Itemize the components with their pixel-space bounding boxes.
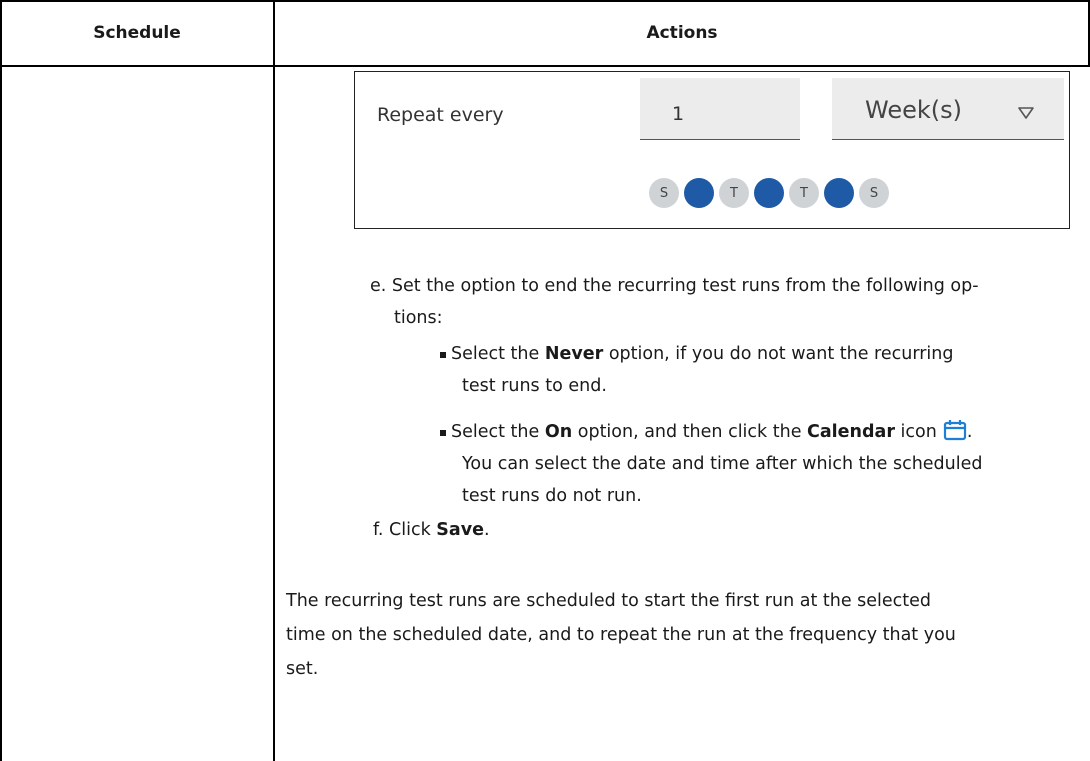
result-line2: time on the scheduled date, and to repea…	[286, 625, 956, 645]
step-e: e. Set the option to end the recurring t…	[370, 270, 979, 302]
step-e-marker: e.	[370, 276, 387, 296]
step-f: f. Click Save.	[373, 514, 490, 546]
repeat-every-label: Repeat every	[377, 104, 504, 126]
bullet-on: Select the On option, and then click the…	[451, 416, 972, 452]
bullet-on-mid: option, and then click the	[572, 422, 808, 442]
bullet-never-prefix: Select the	[451, 344, 545, 364]
schedule-column-header: Schedule	[93, 23, 181, 43]
step-e-text-line1: Set the option to end the recurring test…	[391, 276, 979, 296]
never-option-term: Never	[544, 344, 604, 364]
on-option-term: On	[544, 422, 573, 442]
day-toggle-thursday[interactable]: T	[789, 178, 819, 208]
step-f-marker: f.	[373, 520, 384, 540]
save-term: Save	[436, 520, 484, 540]
result-line3: set.	[286, 659, 319, 679]
day-toggle-friday[interactable]: F	[824, 178, 854, 208]
period: .	[966, 422, 973, 442]
step-f-suffix: .	[484, 520, 490, 540]
result-line1: The recurring test runs are scheduled to…	[286, 591, 932, 611]
repeat-interval-field[interactable]: 1	[640, 78, 800, 140]
step-f-prefix: Click	[389, 520, 437, 540]
repeat-unit-select[interactable]: Week(s)	[832, 78, 1064, 140]
repeat-interval-value: 1	[672, 103, 685, 125]
day-toggle-monday[interactable]: M	[684, 178, 714, 208]
bullet-on-suffix: icon	[894, 422, 937, 442]
table-header-row: Schedule Actions	[0, 0, 1090, 66]
repeat-unit-value: Week(s)	[865, 96, 962, 124]
day-toggle-tuesday[interactable]: T	[719, 178, 749, 208]
table-column-divider	[273, 0, 275, 761]
caret-down-icon	[1018, 104, 1034, 123]
step-e-text-line2: tions:	[394, 308, 443, 328]
table-left-border	[0, 0, 2, 761]
bullet-on-line3: test runs do not run.	[462, 486, 642, 506]
bullet-on-prefix: Select the	[451, 422, 545, 442]
day-toggle-sunday[interactable]: S	[649, 178, 679, 208]
bullet-never-rest: option, if you do not want the recurring	[603, 344, 954, 364]
actions-column-header: Actions	[646, 23, 718, 43]
day-toggle-saturday[interactable]: S	[859, 178, 889, 208]
bullet-on-line2: You can select the date and time after w…	[462, 454, 983, 474]
bullet-marker	[440, 430, 446, 436]
bullet-never-line2: test runs to end.	[462, 376, 607, 396]
bullet-marker	[440, 352, 446, 358]
calendar-term: Calendar	[807, 422, 895, 442]
weekday-picker: S M T W T F S	[649, 178, 889, 210]
bullet-never: Select the Never option, if you do not w…	[451, 338, 953, 370]
repeat-settings-figure: Repeat every 1 Week(s) S M T W T F S	[354, 71, 1070, 229]
day-toggle-wednesday[interactable]: W	[754, 178, 784, 208]
